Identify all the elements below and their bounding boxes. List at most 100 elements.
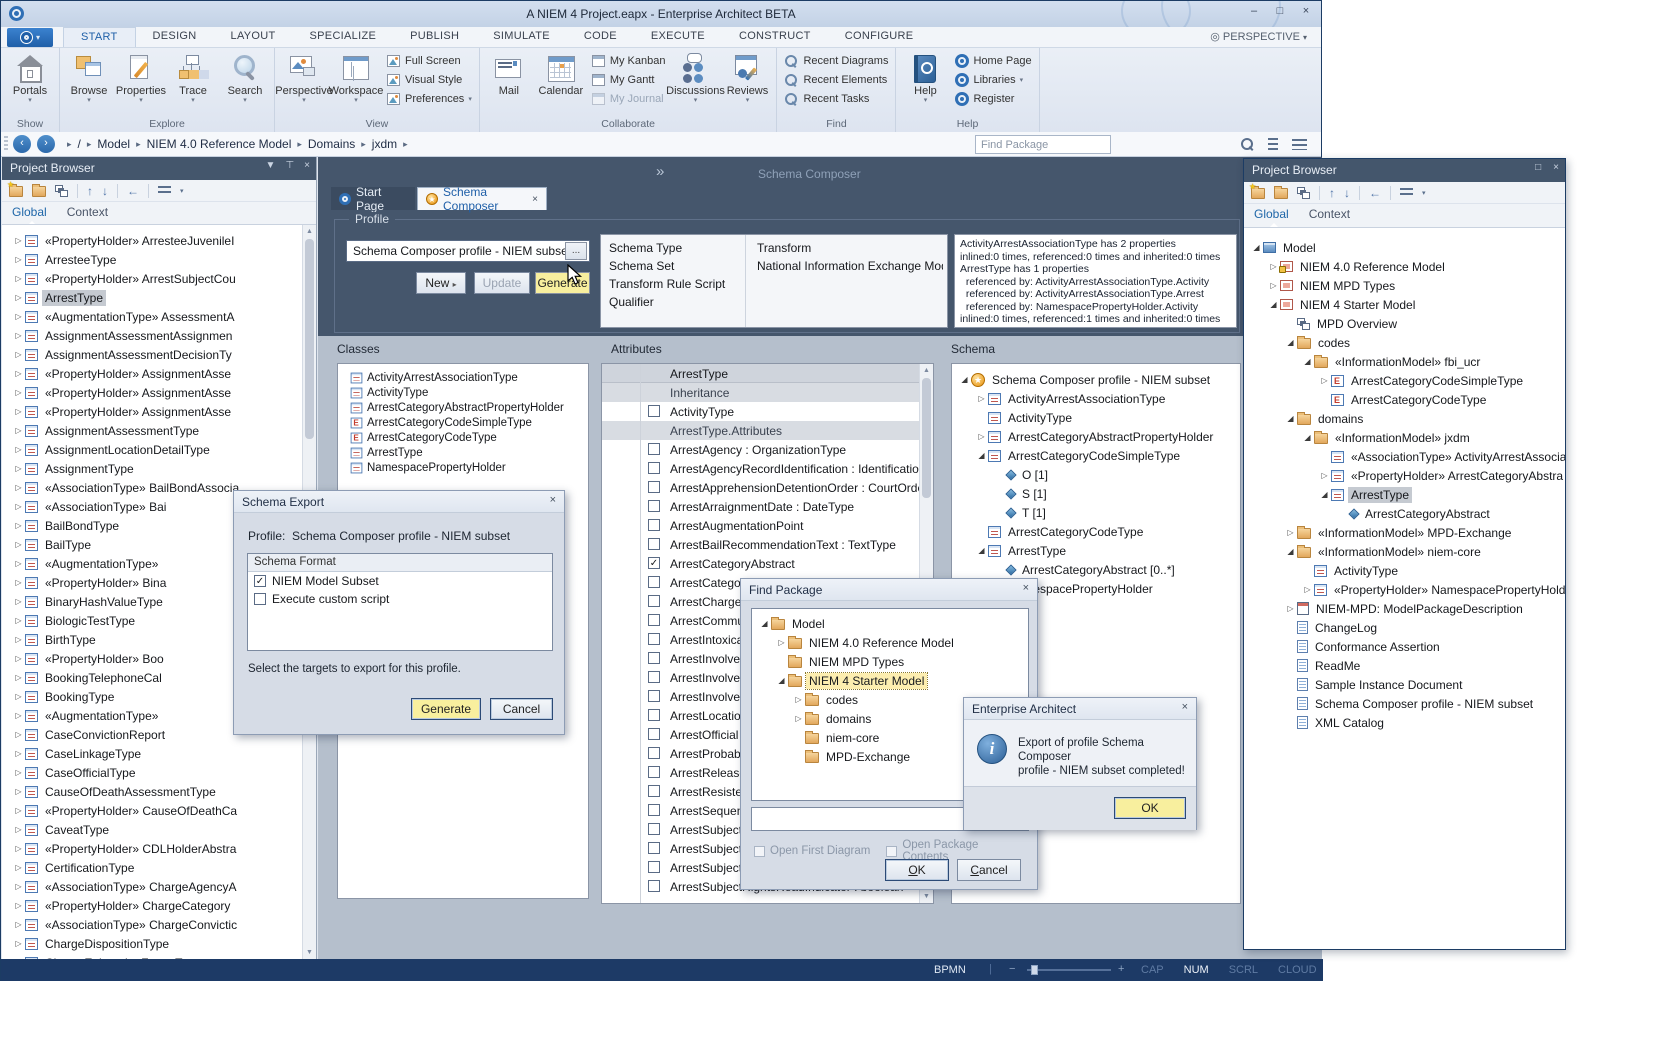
- checkbox-icon[interactable]: [648, 671, 660, 683]
- expand-arrow-icon[interactable]: ▷: [12, 426, 25, 435]
- new-button[interactable]: New ▸: [416, 272, 466, 294]
- tree-item[interactable]: ▷ArresteeType: [2, 250, 301, 269]
- expand-arrow-icon[interactable]: ◢: [1284, 338, 1297, 347]
- expand-arrow-icon[interactable]: ▷: [12, 445, 25, 454]
- tree-item[interactable]: ▷AssignmentAssessmentType: [2, 421, 301, 440]
- expand-arrow-icon[interactable]: ▷: [12, 236, 25, 245]
- back-button[interactable]: ‹: [13, 135, 31, 153]
- find-package-cancel-button[interactable]: Cancel: [957, 859, 1021, 881]
- discussions-button[interactable]: Discussions▾: [669, 50, 721, 117]
- tree-item[interactable]: ▷ActivityArrestAssociationType: [952, 389, 1240, 408]
- checkbox-icon[interactable]: [648, 443, 660, 455]
- expand-arrow-icon[interactable]: ▷: [12, 388, 25, 397]
- tree-item[interactable]: ▷«PropertyHolder» ArrestSubjectCou: [2, 269, 301, 288]
- checkbox-icon[interactable]: [648, 842, 660, 854]
- tree-item[interactable]: ▷ArrestCategoryCodeSimpleType: [1244, 371, 1565, 390]
- tree-item[interactable]: ▷«PropertyHolder» CDLHolderAbstra: [2, 839, 301, 858]
- checkbox-icon[interactable]: ✓: [254, 575, 266, 587]
- checkbox-icon[interactable]: [648, 690, 660, 702]
- export-generate-button[interactable]: Generate: [411, 698, 481, 720]
- tree-item[interactable]: ReadMe: [1244, 656, 1565, 675]
- close-button[interactable]: ×: [1297, 5, 1315, 17]
- attribute-row[interactable]: ArrestApprehensionDetentionOrder : Court…: [602, 478, 919, 497]
- expand-arrow-icon[interactable]: ▷: [12, 407, 25, 416]
- expand-arrow-icon[interactable]: ▷: [12, 901, 25, 910]
- expand-arrow-icon[interactable]: ▷: [12, 274, 25, 283]
- expand-arrow-icon[interactable]: ▷: [12, 597, 25, 606]
- checkbox-icon[interactable]: [648, 633, 660, 645]
- tree-item[interactable]: S [1]: [952, 484, 1240, 503]
- scroll-down-icon[interactable]: ▼: [920, 890, 933, 903]
- expand-arrow-icon[interactable]: ▷: [12, 635, 25, 644]
- recent-elements-button[interactable]: Recent Elements: [784, 72, 888, 88]
- tree-item[interactable]: ◢ArrestType: [1244, 485, 1565, 504]
- new-diagram-icon[interactable]: [1297, 187, 1310, 199]
- tree-item[interactable]: ▷NIEM 4.0 Reference Model: [1244, 257, 1565, 276]
- checkbox-icon[interactable]: ✓: [648, 557, 660, 569]
- profile-browse-button[interactable]: ...: [565, 242, 587, 260]
- expand-arrow-icon[interactable]: ▷: [12, 749, 25, 758]
- expand-arrow-icon[interactable]: ▷: [792, 714, 805, 723]
- checkbox-icon[interactable]: [648, 538, 660, 550]
- new-model-icon[interactable]: [1251, 188, 1265, 199]
- tree-item[interactable]: ▷ArrestType: [2, 288, 301, 307]
- help-button[interactable]: Help▾: [899, 50, 951, 117]
- scroll-thumb[interactable]: [305, 239, 314, 439]
- expand-arrow-icon[interactable]: ▷: [12, 464, 25, 473]
- checkbox-icon[interactable]: [648, 405, 660, 417]
- ribbon-tab-execute[interactable]: EXECUTE: [634, 27, 722, 47]
- recent-diagrams-button[interactable]: Recent Diagrams: [784, 53, 888, 69]
- move-up-icon[interactable]: ↑: [1329, 186, 1335, 200]
- scroll-up-icon[interactable]: ▲: [920, 364, 933, 377]
- close-icon[interactable]: ×: [1023, 582, 1029, 594]
- tree-item[interactable]: ▷«PropertyHolder» NamespacePropertyHold: [1244, 580, 1565, 599]
- tree-item[interactable]: ▷«PropertyHolder» AssignmentAsse: [2, 383, 301, 402]
- checkbox-icon[interactable]: [648, 823, 660, 835]
- options-menu-icon[interactable]: [158, 186, 171, 195]
- checkbox-icon[interactable]: [648, 747, 660, 759]
- expand-arrow-icon[interactable]: ▷: [775, 638, 788, 647]
- attribute-row[interactable]: ArrestAgencyRecordIdentification : Ident…: [602, 459, 919, 478]
- tree-item[interactable]: ▷«PropertyHolder» AssignmentAsse: [2, 402, 301, 421]
- tree-item[interactable]: ▷«PropertyHolder» AssignmentAsse: [2, 364, 301, 383]
- checkbox-icon[interactable]: [648, 519, 660, 531]
- expand-arrow-icon[interactable]: ▷: [12, 787, 25, 796]
- ribbon-tab-specialize[interactable]: SPECIALIZE: [293, 27, 394, 47]
- tree-item[interactable]: ▷CauseOfDeathAssessmentType: [2, 782, 301, 801]
- checkbox-icon[interactable]: [648, 614, 660, 626]
- new-package-icon[interactable]: [32, 186, 46, 197]
- find-package-ok-button[interactable]: OK: [885, 859, 949, 881]
- tree-item[interactable]: ▷ChargeDispositionType: [2, 934, 301, 953]
- expand-arrow-icon[interactable]: ▷: [12, 578, 25, 587]
- close-icon[interactable]: ×: [1553, 162, 1559, 173]
- checkbox-icon[interactable]: [648, 766, 660, 778]
- expand-arrow-icon[interactable]: ▷: [12, 673, 25, 682]
- expand-arrow-icon[interactable]: ▷: [12, 882, 25, 891]
- tree-item[interactable]: ▷AssignmentLocationDetailType: [2, 440, 301, 459]
- expand-arrow-icon[interactable]: ▷: [12, 559, 25, 568]
- tree-item[interactable]: ▷AssignmentAssessmentDecisionTy: [2, 345, 301, 364]
- checkbox-icon[interactable]: [648, 804, 660, 816]
- dialog-title-bar[interactable]: Find Package ×: [741, 579, 1037, 601]
- attribute-row[interactable]: ✓ArrestCategoryAbstract: [602, 554, 919, 573]
- mail-button[interactable]: Mail: [483, 50, 535, 117]
- breadcrumb-item[interactable]: Model: [97, 137, 130, 151]
- move-down-icon[interactable]: ↓: [1344, 186, 1350, 200]
- list-item[interactable]: ArrestCategoryAbstractPropertyHolder: [338, 400, 588, 415]
- tree-item[interactable]: T [1]: [952, 503, 1240, 522]
- tree-item[interactable]: ▷«AssociationType» ChargeConvictic: [2, 915, 301, 934]
- preferences-button[interactable]: Preferences▾: [386, 91, 472, 107]
- ribbon-tab-construct[interactable]: CONSTRUCT: [722, 27, 828, 47]
- update-button[interactable]: Update: [474, 272, 530, 294]
- properties-button[interactable]: Properties▾: [115, 50, 167, 117]
- checkbox-icon[interactable]: [648, 500, 660, 512]
- pin-icon[interactable]: ⊤: [285, 160, 294, 171]
- move-down-icon[interactable]: ↓: [102, 184, 108, 198]
- tree-item[interactable]: ▷«AugmentationType» AssessmentA: [2, 307, 301, 326]
- project-browser-header[interactable]: Project Browser □ ×: [1244, 159, 1565, 182]
- expand-arrow-icon[interactable]: ◢: [958, 375, 971, 384]
- tree-item[interactable]: ◢Model: [1244, 238, 1565, 257]
- workspace-button[interactable]: Workspace▾: [330, 50, 382, 117]
- list-item[interactable]: ActivityType: [338, 385, 588, 400]
- list-item[interactable]: ActivityArrestAssociationType: [338, 370, 588, 385]
